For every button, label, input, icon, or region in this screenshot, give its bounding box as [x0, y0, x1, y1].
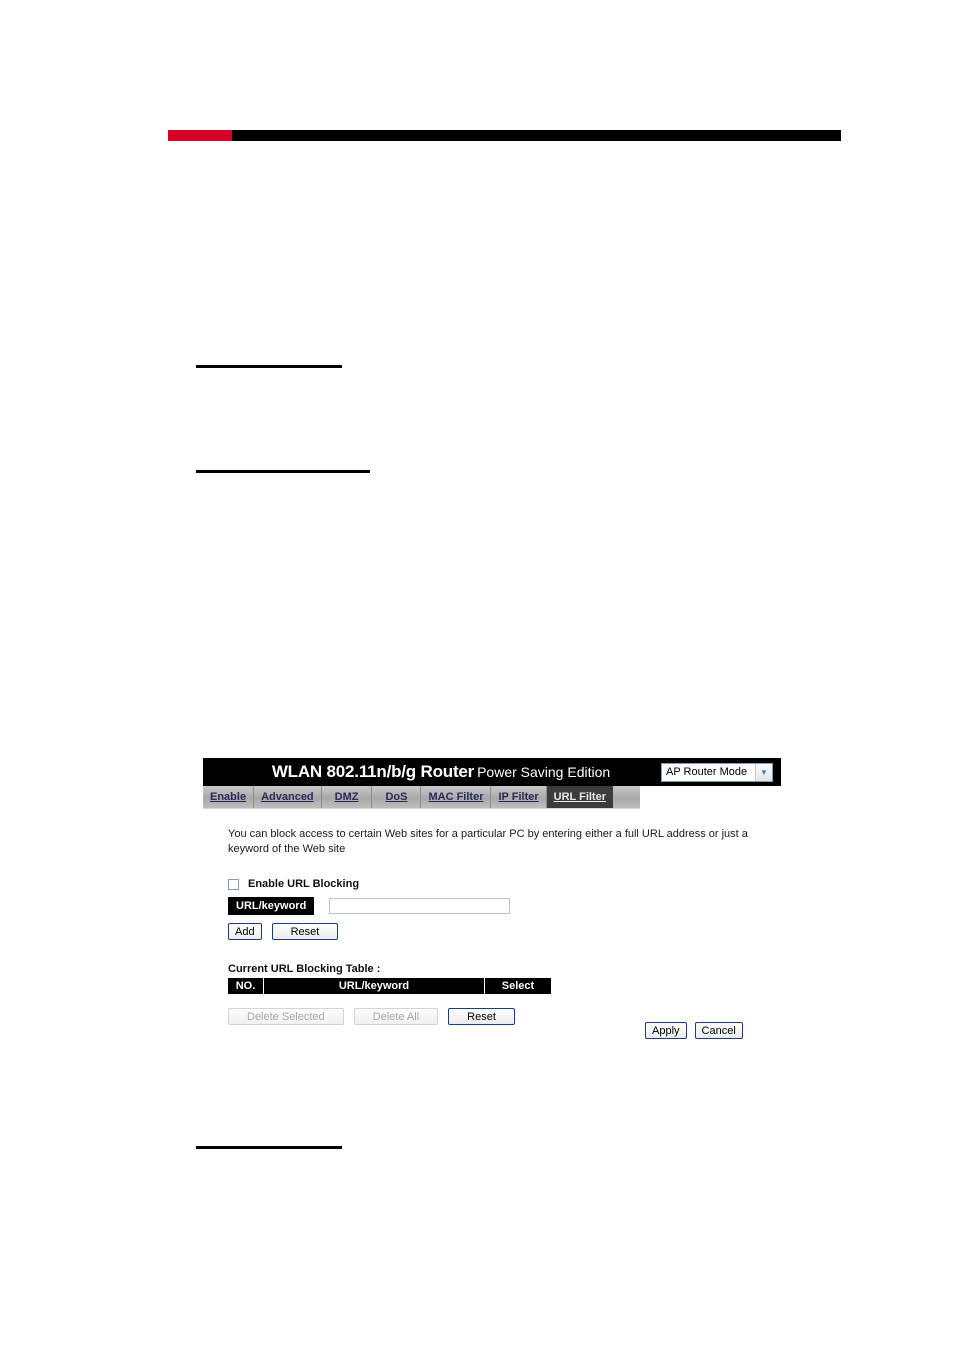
page-header-accent: [168, 130, 232, 141]
delete-all-button[interactable]: Delete All: [353, 1008, 439, 1025]
tab-dmz[interactable]: DMZ: [322, 786, 373, 808]
router-panel-header: WLAN 802.11n/b/g Router Power Saving Edit…: [203, 758, 781, 786]
tab-mac-filter[interactable]: MAC Filter: [421, 786, 492, 808]
chevron-down-icon: ▼: [755, 763, 772, 781]
router-title-sub: Power Saving Edition: [477, 764, 611, 780]
tab-enable[interactable]: Enable: [203, 786, 255, 808]
url-filter-description: You can block access to certain Web site…: [228, 828, 748, 855]
column-header-select: Select: [501, 980, 535, 992]
entry-button-row: Add Reset: [228, 923, 781, 940]
blocking-table-caption: Current URL Blocking Table :: [228, 963, 381, 975]
section-divider-1: [196, 365, 342, 368]
router-admin-panel: WLAN 802.11n/b/g Router Power Saving Edit…: [203, 758, 781, 1048]
apply-button[interactable]: Apply: [645, 1022, 687, 1039]
reset-table-button[interactable]: Reset: [448, 1008, 515, 1025]
delete-selected-button[interactable]: Delete Selected: [228, 1008, 344, 1025]
add-button[interactable]: Add: [228, 923, 262, 940]
enable-url-blocking-checkbox[interactable]: [228, 878, 239, 890]
tab-dos[interactable]: DoS: [372, 786, 422, 808]
footer-button-row: Apply Cancel: [645, 1022, 743, 1039]
column-header-url-keyword: URL/keyword: [264, 978, 485, 994]
cancel-button[interactable]: Cancel: [694, 1022, 743, 1039]
tab-ip-filter[interactable]: IP Filter: [491, 786, 547, 808]
url-keyword-input[interactable]: [329, 898, 511, 914]
tab-advanced[interactable]: Advanced: [254, 786, 322, 808]
firewall-tab-bar: Enable Advanced DMZ DoS MAC Filter IP Fi…: [203, 786, 640, 809]
column-header-no: NO.: [228, 978, 264, 994]
section-divider-2: [196, 470, 370, 473]
url-keyword-label: URL/keyword: [228, 897, 315, 915]
url-keyword-field-row: URL/keyword: [228, 897, 781, 915]
url-blocking-table: NO. URL/keyword Select: [228, 978, 551, 994]
router-title-main: WLAN 802.11n/b/g Router: [271, 762, 475, 781]
enable-url-blocking-label: Enable URL Blocking: [248, 878, 360, 890]
url-filter-body: You can block access to certain Web site…: [203, 809, 781, 1025]
tab-url-filter[interactable]: URL Filter: [546, 786, 613, 808]
operation-mode-value: AP Router Mode: [666, 766, 748, 778]
enable-url-blocking-row[interactable]: Enable URL Blocking: [228, 878, 781, 890]
operation-mode-select[interactable]: AP Router Mode ▼: [661, 762, 773, 782]
page-header-rule: [168, 130, 841, 141]
router-title: WLAN 802.11n/b/g Router Power Saving Edit…: [203, 762, 661, 782]
reset-entry-button[interactable]: Reset: [271, 923, 339, 940]
section-divider-3: [196, 1146, 342, 1149]
